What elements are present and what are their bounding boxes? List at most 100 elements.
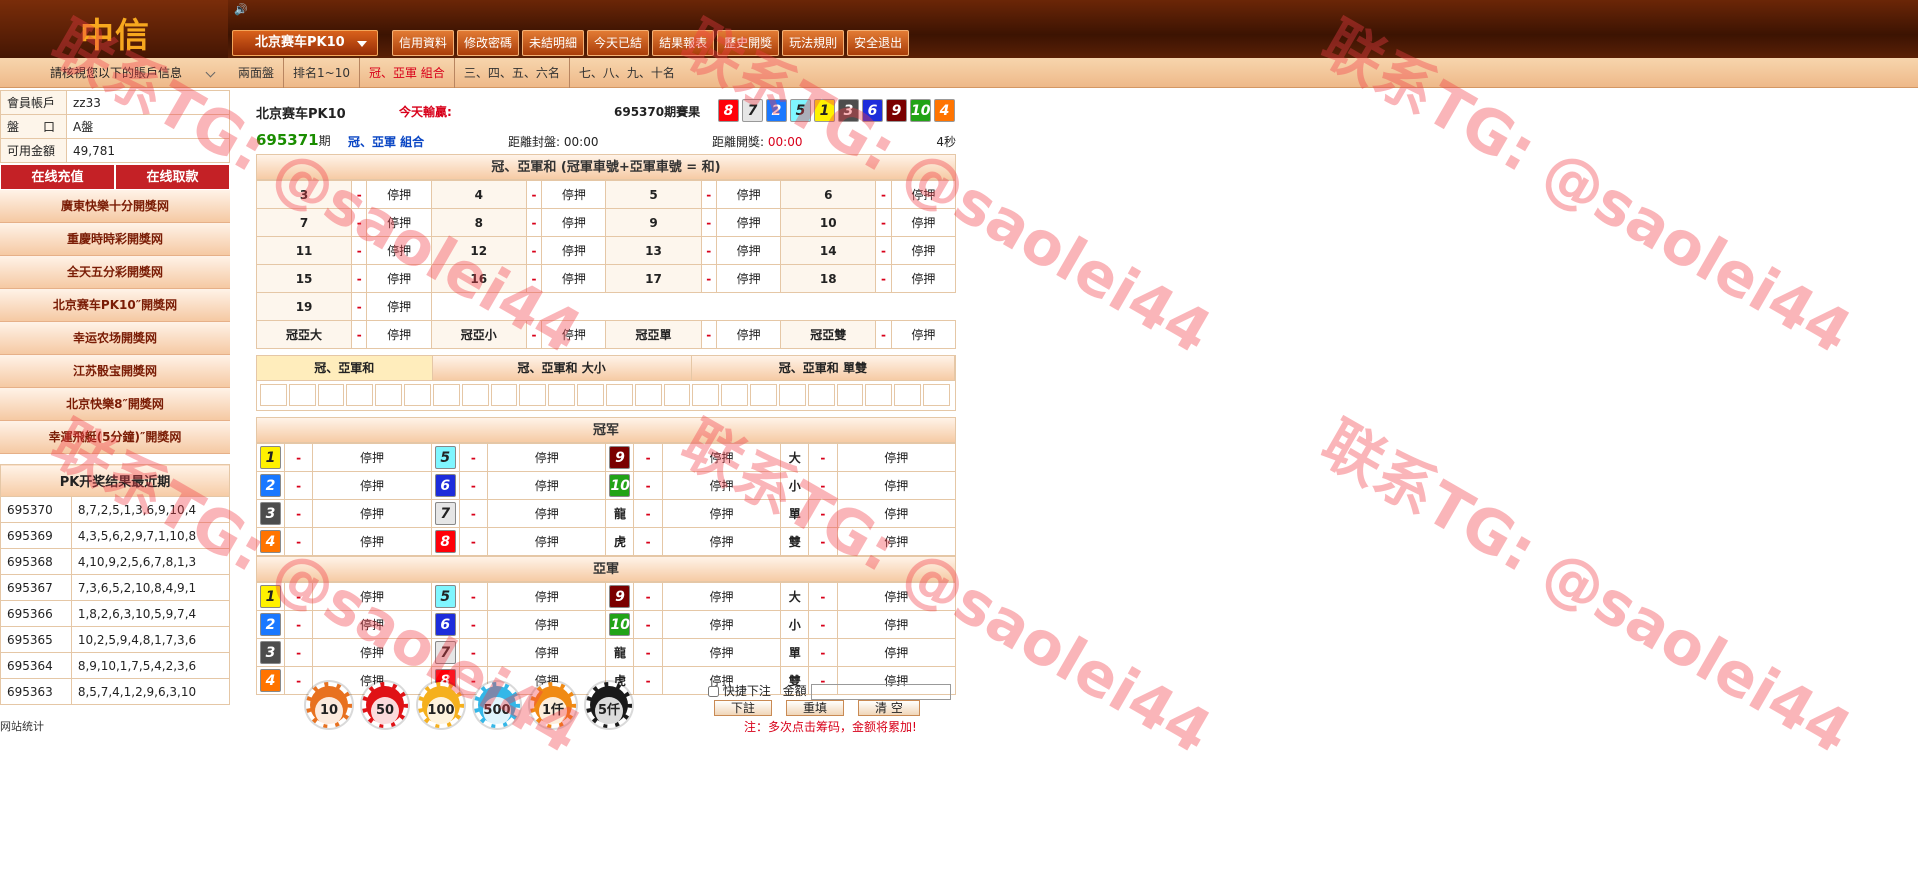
amount-input[interactable] bbox=[810, 683, 951, 700]
bet-status[interactable]: 停押 bbox=[312, 582, 432, 611]
bet-slot[interactable] bbox=[288, 384, 316, 406]
bet-status[interactable]: 停押 bbox=[312, 499, 432, 528]
bet-status[interactable]: 停押 bbox=[366, 236, 432, 265]
bet-status[interactable]: 停押 bbox=[487, 610, 607, 639]
menu-item-3[interactable]: 今天已結 bbox=[587, 30, 650, 56]
bet-slot[interactable] bbox=[346, 384, 374, 406]
bet-status[interactable]: 停押 bbox=[715, 236, 782, 265]
sound-icon[interactable]: 🔊 bbox=[234, 3, 248, 16]
bet-status[interactable]: 停押 bbox=[312, 638, 432, 667]
reset-button[interactable]: 重填 bbox=[786, 700, 845, 716]
bet-slot[interactable] bbox=[605, 384, 633, 406]
menu-item-5[interactable]: 歷史開獎 bbox=[717, 30, 780, 56]
bet-slot[interactable] bbox=[260, 384, 287, 406]
bet-slot[interactable] bbox=[807, 384, 835, 406]
bet-status[interactable]: 停押 bbox=[661, 471, 782, 500]
bet-slot[interactable] bbox=[923, 384, 950, 406]
bet-status[interactable]: 停押 bbox=[366, 292, 432, 321]
bet-slot[interactable] bbox=[836, 384, 864, 406]
bet-status[interactable]: 停押 bbox=[366, 180, 432, 209]
lottery-link-4[interactable]: 幸运农场開獎网 bbox=[0, 322, 230, 355]
lottery-link-7[interactable]: 幸運飛艇(5分鐘)″開獎网 bbox=[0, 421, 230, 454]
bet-status[interactable]: 停押 bbox=[541, 208, 607, 237]
menu-item-4[interactable]: 結果報表 bbox=[652, 30, 715, 56]
play-nav-item-3[interactable]: 三、四、五、六名 bbox=[453, 58, 569, 88]
lottery-link-0[interactable]: 廣東快樂十分開獎网 bbox=[0, 190, 230, 223]
play-nav-item-0[interactable]: 兩面盤 bbox=[238, 58, 283, 88]
bet-slot[interactable] bbox=[317, 384, 345, 406]
deposit-button[interactable]: 在线充值 bbox=[0, 164, 115, 190]
bet-status[interactable]: 停押 bbox=[541, 264, 607, 293]
sum-sub-tab-1[interactable]: 冠、亞軍和 大小 bbox=[432, 356, 692, 380]
bet-status[interactable]: 停押 bbox=[487, 527, 607, 556]
bet-status[interactable]: 停押 bbox=[661, 527, 782, 556]
sum-sub-tab-2[interactable]: 冠、亞軍和 單雙 bbox=[691, 356, 955, 380]
bet-status[interactable]: 停押 bbox=[487, 638, 607, 667]
bet-status[interactable]: 停押 bbox=[312, 610, 432, 639]
bet-status[interactable]: 停押 bbox=[715, 208, 782, 237]
bet-status[interactable]: 停押 bbox=[715, 320, 782, 349]
bet-status[interactable]: 停押 bbox=[836, 471, 957, 500]
bet-status[interactable]: 停押 bbox=[836, 527, 957, 556]
clear-button[interactable]: 清 空 bbox=[858, 700, 920, 716]
sum-sub-tab-0[interactable]: 冠、亞軍和 bbox=[257, 356, 433, 380]
bet-slot[interactable] bbox=[461, 384, 489, 406]
play-nav-item-2[interactable]: 冠、亞軍 組合 bbox=[358, 58, 454, 88]
lottery-link-2[interactable]: 全天五分彩開獎网 bbox=[0, 256, 230, 289]
lottery-link-3[interactable]: 北京赛车PK10″開獎网 bbox=[0, 289, 230, 322]
bet-status[interactable]: 停押 bbox=[661, 610, 782, 639]
bet-status[interactable]: 停押 bbox=[661, 499, 782, 528]
menu-item-6[interactable]: 玩法規則 bbox=[782, 30, 845, 56]
menu-item-1[interactable]: 修改密碼 bbox=[457, 30, 520, 56]
bet-status[interactable]: 停押 bbox=[312, 527, 432, 556]
menu-item-2[interactable]: 未結明細 bbox=[522, 30, 585, 56]
bet-status[interactable]: 停押 bbox=[661, 582, 782, 611]
bet-slot[interactable] bbox=[432, 384, 460, 406]
bet-status[interactable]: 停押 bbox=[890, 320, 957, 349]
account-notice[interactable]: 請核視您以下的賬戶信息 bbox=[0, 58, 228, 88]
bet-status[interactable]: 停押 bbox=[312, 471, 432, 500]
bet-slot[interactable] bbox=[548, 384, 576, 406]
lottery-link-5[interactable]: 江苏骰宝開獎网 bbox=[0, 355, 230, 388]
bet-slot[interactable] bbox=[519, 384, 547, 406]
bet-status[interactable]: 停押 bbox=[890, 180, 957, 209]
bet-status[interactable]: 停押 bbox=[541, 180, 607, 209]
bet-slot[interactable] bbox=[865, 384, 893, 406]
bet-status[interactable]: 停押 bbox=[715, 264, 782, 293]
play-nav-item-4[interactable]: 七、八、九、十名 bbox=[568, 58, 684, 88]
bet-slot[interactable] bbox=[778, 384, 806, 406]
game-select[interactable]: 北京赛车PK10 bbox=[232, 30, 378, 56]
bet-status[interactable]: 停押 bbox=[836, 443, 957, 472]
bet-slot[interactable] bbox=[634, 384, 662, 406]
lottery-link-1[interactable]: 重慶時時彩開獎网 bbox=[0, 223, 230, 256]
lottery-link-6[interactable]: 北京快樂8″開獎网 bbox=[0, 388, 230, 421]
bet-status[interactable]: 停押 bbox=[366, 208, 432, 237]
bet-slot[interactable] bbox=[577, 384, 604, 406]
bet-slot[interactable] bbox=[721, 384, 749, 406]
bet-slot[interactable] bbox=[490, 384, 518, 406]
chip-3[interactable]: 500 bbox=[474, 682, 520, 728]
bet-status[interactable]: 停押 bbox=[366, 264, 432, 293]
bet-status[interactable]: 停押 bbox=[836, 499, 957, 528]
bet-slot[interactable] bbox=[404, 384, 431, 406]
bet-slot[interactable] bbox=[663, 384, 691, 406]
chip-5[interactable]: 5仟 bbox=[586, 682, 632, 728]
bet-status[interactable]: 停押 bbox=[661, 443, 782, 472]
menu-item-0[interactable]: 信用資料 bbox=[392, 30, 455, 56]
place-bet-button[interactable]: 下註 bbox=[714, 700, 773, 716]
bet-status[interactable]: 停押 bbox=[890, 236, 957, 265]
bet-status[interactable]: 停押 bbox=[541, 320, 607, 349]
bet-status[interactable]: 停押 bbox=[890, 264, 957, 293]
bet-slot[interactable] bbox=[894, 384, 922, 406]
bet-status[interactable]: 停押 bbox=[836, 638, 957, 667]
bet-status[interactable]: 停押 bbox=[661, 638, 782, 667]
chip-4[interactable]: 1仟 bbox=[530, 682, 576, 728]
menu-item-7[interactable]: 安全退出 bbox=[847, 30, 910, 56]
chip-2[interactable]: 100 bbox=[418, 682, 464, 728]
bet-status[interactable]: 停押 bbox=[715, 180, 782, 209]
bet-slot[interactable] bbox=[375, 384, 403, 406]
play-nav-item-1[interactable]: 排名1~10 bbox=[283, 58, 359, 88]
bet-status[interactable]: 停押 bbox=[487, 471, 607, 500]
bet-status[interactable]: 停押 bbox=[487, 499, 607, 528]
bet-status[interactable]: 停押 bbox=[366, 320, 432, 349]
